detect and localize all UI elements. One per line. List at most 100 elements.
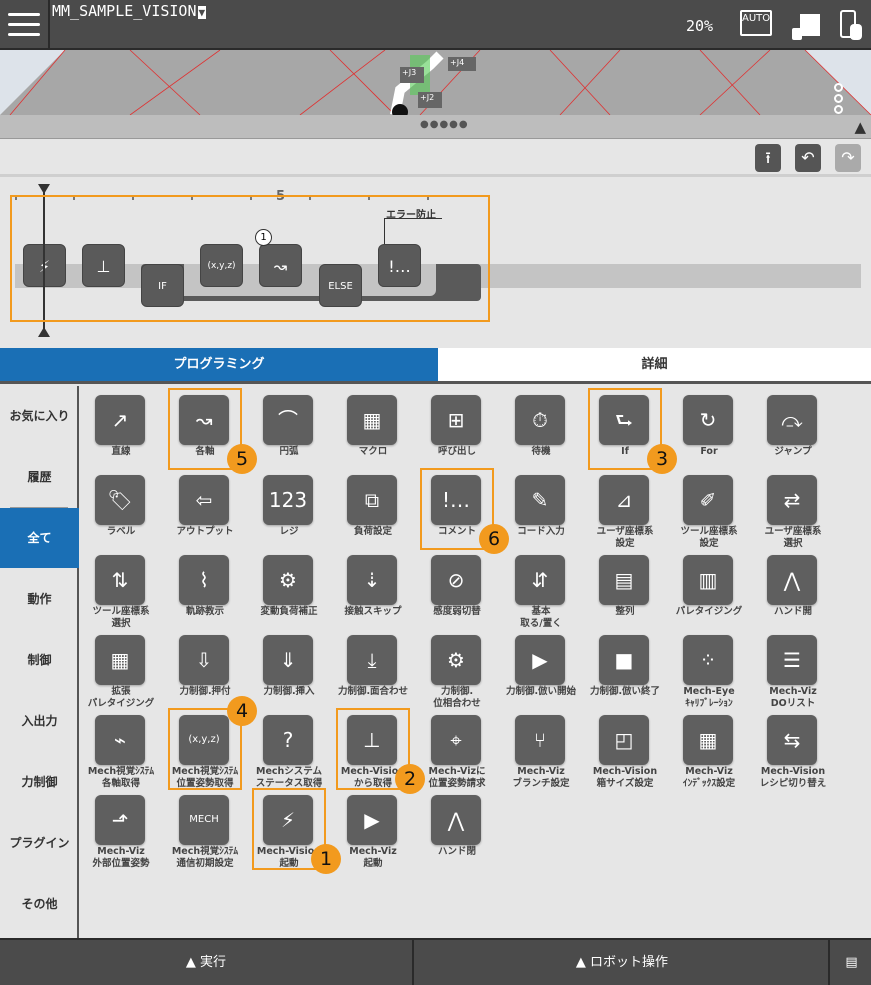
undo-button[interactable]: ↶ xyxy=(795,144,821,172)
panel-icon[interactable]: ▤ xyxy=(832,940,871,985)
program-timeline[interactable]: 5 ⚡ ⊥ IF (x,y,z) ↝ ELSE !… 1 エラー防止 xyxy=(0,180,871,345)
palette-item[interactable]: ⇵ 基本 取る/置く xyxy=(499,548,583,629)
redo-button[interactable]: ↷ xyxy=(835,144,861,172)
sidebar-item[interactable]: 入出力 xyxy=(0,691,79,751)
palette-item[interactable]: ⌒ 円弧 xyxy=(247,388,331,468)
instruction-icon: 🏷 xyxy=(95,475,145,525)
palette-item[interactable]: ⊘ 感度弱切替 xyxy=(415,548,499,628)
palette-item[interactable]: ⇓ 力制御.挿入 xyxy=(247,628,331,708)
dropdown-icon[interactable]: ▼ xyxy=(197,6,207,19)
palette-item[interactable]: ⊿ ユーザ座標系 設定 xyxy=(583,468,667,549)
robot-operation-button[interactable]: ▲ ロボット操作 xyxy=(416,940,830,985)
palette-item[interactable]: ▦ Mech-Viz ｲﾝﾃﾞｯｸｽ設定 xyxy=(667,708,751,789)
instruction-icon: ▶ xyxy=(515,635,565,685)
sidebar-item[interactable]: お気に入り xyxy=(0,386,79,446)
sidebar-item[interactable]: 力制御 xyxy=(0,752,79,812)
palette-item[interactable]: ⁘ Mech-Eye ｷｬﾘﾌﾞﾚｰｼｮﾝ xyxy=(667,628,751,709)
run-button[interactable]: ▲ 実行 xyxy=(0,940,414,985)
palette-item-label: ツール座標系 選択 xyxy=(92,606,150,629)
palette-item[interactable]: ⑂ Mech-Viz ブランチ設定 xyxy=(499,708,583,789)
palette-item-label: アウトプット xyxy=(176,526,234,537)
palette-item-label: 負荷設定 xyxy=(353,526,392,537)
palette-item[interactable]: ⋀ ハンド開 xyxy=(751,548,835,628)
palette-item[interactable]: ✎ コード入力 xyxy=(499,468,583,548)
palette-item-label: 軌跡教示 xyxy=(185,606,224,617)
palette-item[interactable]: ✐ ツール座標系 設定 xyxy=(667,468,751,549)
palette-item[interactable]: ⌁ Mech視覚ｼｽﾃﾑ 各軸取得 xyxy=(79,708,163,789)
palette-item-label: ユーザ座標系 設定 xyxy=(596,526,654,549)
drag-handle-icon[interactable]: ●●●●● xyxy=(420,119,469,130)
palette-item[interactable]: ? Mechシステム ステータス取得 xyxy=(247,708,331,789)
palette-item[interactable]: ⇦ アウトプット xyxy=(163,468,247,548)
touch-icon[interactable] xyxy=(838,10,870,42)
cursor-bottom-icon[interactable] xyxy=(38,327,50,337)
cursor-top-icon[interactable] xyxy=(38,184,50,194)
palette-item[interactable]: ⇅ ツール座標系 選択 xyxy=(79,548,163,629)
view-options-icon[interactable] xyxy=(834,83,844,115)
palette-item[interactable]: ⬏ Mech-Viz 外部位置姿勢 xyxy=(79,788,163,869)
palette-item[interactable]: ↻ For xyxy=(667,388,751,468)
instruction-icon: ☰ xyxy=(767,635,817,685)
sidebar-item[interactable]: 制御 xyxy=(0,630,79,690)
speed-override[interactable]: 20% xyxy=(686,17,713,35)
palette-item[interactable]: ▥ パレタイジング xyxy=(667,548,751,628)
menu-icon[interactable] xyxy=(0,0,50,50)
palette-item[interactable]: ⚙ 力制御. 位相合わせ xyxy=(415,628,499,709)
palette-item-label: 整列 xyxy=(615,606,635,617)
instruction-icon: ⇦ xyxy=(179,475,229,525)
tab-details[interactable]: 詳細 xyxy=(438,348,871,381)
palette-item[interactable]: ◰ Mech-Vision 箱サイズ設定 xyxy=(583,708,667,789)
palette-item-label: Mech-Viz DOリスト xyxy=(769,686,817,709)
robot-3d-view[interactable]: +J4 +J3 +J2 xyxy=(0,50,871,115)
palette-item[interactable]: ⊞ 呼び出し xyxy=(415,388,499,468)
palette-item[interactable]: ↗ 直線 xyxy=(79,388,163,468)
palette-item[interactable]: 123 レジ xyxy=(247,468,331,548)
instruction-icon: ⌖ xyxy=(431,715,481,765)
upload-button[interactable]: ⭱ xyxy=(755,144,781,172)
program-selector[interactable]: MM_SAMPLE_VISION ▼ xyxy=(52,2,207,20)
palette-item[interactable]: ⇣ 接触スキップ xyxy=(331,548,415,628)
instruction-icon: ▤ xyxy=(599,555,649,605)
instruction-icon: ▦ xyxy=(347,395,397,445)
palette-item-label: Mech視覚ｼｽﾃﾑ 各軸取得 xyxy=(87,766,155,789)
palette-item[interactable]: ⏱ 待機 xyxy=(499,388,583,468)
sidebar-item[interactable]: 動作 xyxy=(0,569,79,629)
palette-item-label: レジ xyxy=(279,526,299,537)
palette-item-label: 変動負荷補正 xyxy=(260,606,318,617)
instruction-icon: ⚙ xyxy=(263,555,313,605)
palette-item[interactable]: ⤓ 力制御.面合わせ xyxy=(331,628,415,708)
palette-item[interactable]: ▶ Mech-Viz 起動 xyxy=(331,788,415,869)
palette-item[interactable]: ⌇ 軌跡教示 xyxy=(163,548,247,628)
instruction-icon: ⁘ xyxy=(683,635,733,685)
palette-item[interactable]: ⇩ 力制御.押付 xyxy=(163,628,247,708)
palette-item[interactable]: ⌖ Mech-Vizに 位置姿勢請求 xyxy=(415,708,499,789)
palette-item[interactable]: ☰ Mech-Viz DOリスト xyxy=(751,628,835,709)
palette-item[interactable]: ⤼ ジャンプ xyxy=(751,388,835,468)
palette-item[interactable]: ■ 力制御.倣い終了 xyxy=(583,628,667,708)
palette-item[interactable]: ⧉ 負荷設定 xyxy=(331,468,415,548)
instruction-icon: ▦ xyxy=(95,635,145,685)
teach-pendant-icon[interactable] xyxy=(790,10,822,42)
palette-item[interactable]: ▤ 整列 xyxy=(583,548,667,628)
palette-item[interactable]: MECH Mech視覚ｼｽﾃﾑ 通信初期設定 xyxy=(163,788,247,869)
palette-item[interactable]: ⇄ ユーザ座標系 選択 xyxy=(751,468,835,549)
sidebar-item[interactable]: 履歴 xyxy=(0,447,79,507)
palette-item[interactable]: 🏷 ラベル xyxy=(79,468,163,548)
sidebar-item[interactable]: 全て xyxy=(0,508,79,568)
panel-splitter[interactable]: ●●●●● ▲ xyxy=(0,115,871,139)
palette-item-label: 接触スキップ xyxy=(344,606,402,617)
sidebar-item[interactable]: プラグイン xyxy=(0,813,79,873)
palette-item[interactable]: ⋀ ハンド閉 xyxy=(415,788,499,868)
palette-item[interactable]: ▦ 拡張 パレタイジング xyxy=(79,628,163,709)
step-number-badge: 3 xyxy=(647,444,677,474)
palette-item[interactable]: ▶ 力制御.倣い開始 xyxy=(499,628,583,708)
palette-item-label: 待機 xyxy=(531,446,551,457)
palette-item[interactable]: ⇆ Mech-Vision レシピ切り替え xyxy=(751,708,835,789)
tab-programming[interactable]: プログラミング xyxy=(0,348,438,381)
palette-item[interactable]: ⚙ 変動負荷補正 xyxy=(247,548,331,628)
palette-item[interactable]: ▦ マクロ xyxy=(331,388,415,468)
auto-mode-icon[interactable]: AUTO xyxy=(740,10,772,36)
instruction-icon: ⊿ xyxy=(599,475,649,525)
sidebar-item[interactable]: その他 xyxy=(0,874,79,934)
expand-up-icon[interactable]: ▲ xyxy=(854,118,866,136)
